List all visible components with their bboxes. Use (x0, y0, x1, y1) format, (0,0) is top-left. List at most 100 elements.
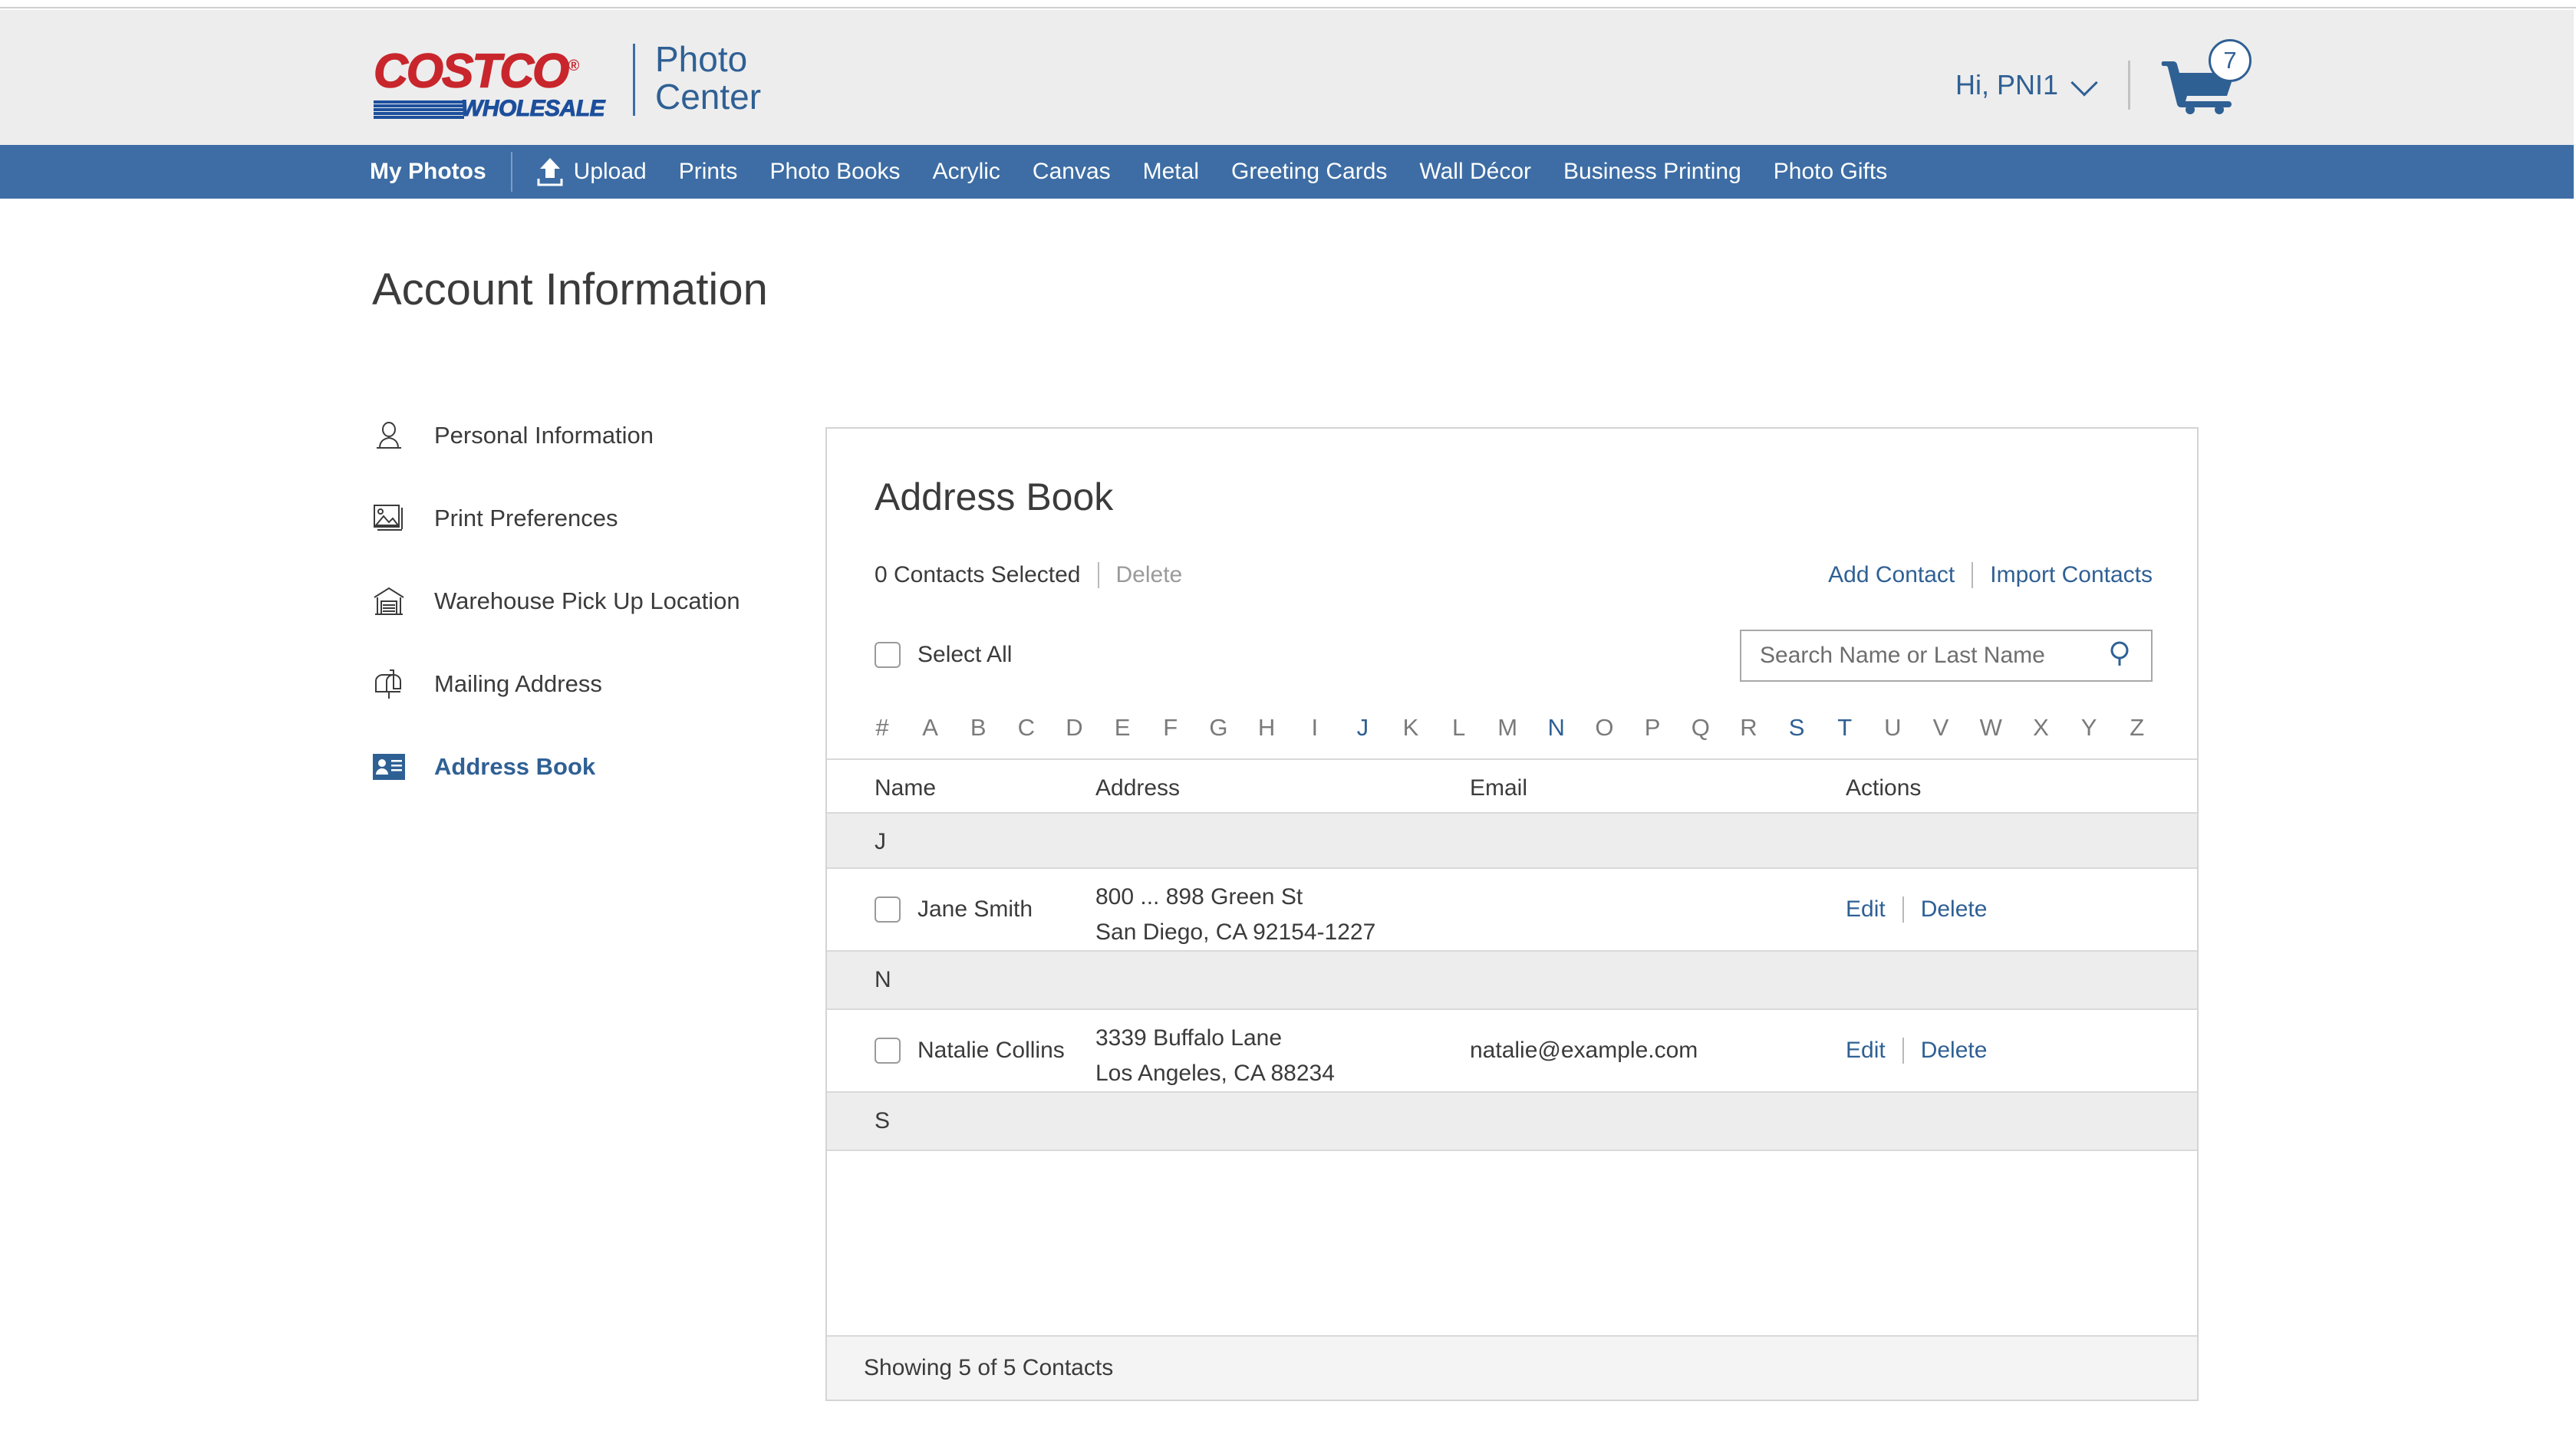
sidebar-item-print-preferences[interactable]: Print Preferences (371, 497, 786, 540)
alpha-filter-s[interactable]: S (1787, 714, 1806, 742)
person-icon (371, 418, 407, 453)
table-row[interactable]: Natalie Collins 3339 Buffalo Lane Los An… (827, 1010, 2197, 1093)
nav-label: Greeting Cards (1230, 159, 1388, 184)
contact-select-checkbox[interactable] (875, 1038, 901, 1064)
nav-item-my-photos[interactable]: My Photos (370, 159, 486, 185)
edit-contact-button[interactable]: Edit (1846, 1038, 1886, 1064)
alpha-filter-x[interactable]: X (2031, 714, 2050, 742)
alpha-filter-y[interactable]: Y (2080, 714, 2098, 742)
sidebar-item-label: Warehouse Pick Up Location (434, 587, 740, 614)
alphabet-filter: # A B C D E F G H I J K L M N O P Q R S … (873, 714, 2146, 742)
nav-label: Metal (1142, 159, 1199, 184)
divider (1972, 562, 1974, 588)
upload-icon (537, 157, 563, 186)
alpha-filter-i[interactable]: I (1306, 714, 1324, 742)
alpha-filter-c[interactable]: C (1017, 714, 1036, 742)
nav-item-greeting-cards[interactable]: Greeting Cards (1231, 159, 1387, 185)
cart-count-badge: 7 (2209, 39, 2252, 82)
alpha-filter-z[interactable]: Z (2128, 714, 2146, 742)
alpha-filter-p[interactable]: P (1643, 714, 1662, 742)
nav-label: Photo Books (769, 159, 901, 184)
nav-item-photo-books[interactable]: Photo Books (769, 159, 900, 185)
logo-divider (633, 44, 635, 116)
sidebar-item-label: Mailing Address (434, 670, 602, 697)
image-icon (371, 501, 407, 536)
sidebar-item-mailing-address[interactable]: Mailing Address (371, 663, 786, 706)
alpha-filter-j[interactable]: J (1353, 714, 1372, 742)
selected-count-label: 0 Contacts Selected (875, 562, 1081, 587)
search-input[interactable]: Search Name or Last Name (1740, 630, 2153, 682)
delete-selected-button[interactable]: Delete (1116, 562, 1183, 588)
alpha-filter-u[interactable]: U (1883, 714, 1902, 742)
address-line-1: 800 ... 898 Green St (1095, 884, 1303, 910)
nav-item-acrylic[interactable]: Acrylic (933, 159, 1000, 185)
alpha-filter-a[interactable]: A (921, 714, 940, 742)
photo-center-line1: Photo (655, 39, 748, 79)
address-book-top-actions: Add Contact Import Contacts (1828, 562, 2153, 588)
costco-logo: COSTCO® WHOLESALE (373, 42, 619, 120)
contact-name: Natalie Collins (917, 1038, 1065, 1063)
alpha-filter-l[interactable]: L (1450, 714, 1468, 742)
sidebar-item-warehouse-pick-up-location[interactable]: Warehouse Pick Up Location (371, 580, 786, 623)
nav-label: Wall Décor (1419, 159, 1531, 184)
alpha-filter-h[interactable]: H (1257, 714, 1276, 742)
alpha-filter-w[interactable]: W (1980, 714, 2002, 742)
sidebar-item-address-book[interactable]: Address Book (371, 745, 786, 788)
alpha-filter-k[interactable]: K (1402, 714, 1420, 742)
wholesale-wordmark: WHOLESALE (460, 95, 605, 121)
contact-actions-cell: Edit Delete (1846, 1038, 1987, 1064)
nav-item-upload[interactable]: Upload (537, 157, 647, 186)
alpha-filter-hash[interactable]: # (873, 714, 891, 742)
alpha-filter-r[interactable]: R (1739, 714, 1757, 742)
nav-item-wall-decor[interactable]: Wall Décor (1419, 159, 1531, 185)
nav-item-prints[interactable]: Prints (679, 159, 738, 185)
photo-center-label: Photo Center (655, 41, 761, 116)
nav-item-metal[interactable]: Metal (1143, 159, 1199, 185)
costco-photo-center-logo[interactable]: COSTCO® WHOLESALE Photo Center (373, 41, 761, 120)
import-contacts-button[interactable]: Import Contacts (1990, 562, 2153, 588)
group-letter: N (875, 967, 891, 992)
edit-contact-button[interactable]: Edit (1846, 896, 1886, 923)
sidebar-item-label: Personal Information (434, 422, 654, 449)
costco-wholesale-row: WHOLESALE (374, 97, 619, 120)
divider (1902, 1038, 1904, 1064)
contact-name-cell: Natalie Collins (875, 1038, 1065, 1064)
alpha-filter-f[interactable]: F (1161, 714, 1180, 742)
search-icon[interactable] (2108, 640, 2134, 672)
account-menu-button[interactable]: Hi, PNI1 (1955, 68, 2098, 101)
select-all-row[interactable]: Select All (875, 642, 1012, 668)
greeting-label: Hi, PNI1 (1955, 69, 2058, 100)
alpha-filter-o[interactable]: O (1595, 714, 1613, 742)
contact-name: Jane Smith (917, 896, 1033, 922)
sidebar-item-personal-information[interactable]: Personal Information (371, 414, 786, 457)
nav-upload-label: Upload (573, 159, 647, 184)
cart-button[interactable]: 7 (2161, 39, 2252, 114)
address-line-1: 3339 Buffalo Lane (1095, 1025, 1283, 1051)
alpha-filter-d[interactable]: D (1066, 714, 1084, 742)
nav-item-canvas[interactable]: Canvas (1033, 159, 1111, 185)
delete-contact-button[interactable]: Delete (1921, 1038, 1988, 1064)
table-row[interactable]: Jane Smith 800 ... 898 Green St San Dieg… (827, 869, 2197, 952)
alpha-filter-g[interactable]: G (1209, 714, 1227, 742)
divider (1902, 896, 1904, 923)
column-header-actions: Actions (1846, 775, 1922, 801)
nav-item-photo-gifts[interactable]: Photo Gifts (1774, 159, 1887, 185)
delete-contact-button[interactable]: Delete (1921, 896, 1988, 923)
alpha-filter-v[interactable]: V (1932, 714, 1950, 742)
alpha-filter-e[interactable]: E (1113, 714, 1132, 742)
alpha-filter-t[interactable]: T (1836, 714, 1854, 742)
alpha-filter-q[interactable]: Q (1692, 714, 1710, 742)
add-contact-button[interactable]: Add Contact (1828, 562, 1955, 588)
search-placeholder: Search Name or Last Name (1760, 643, 2045, 668)
alpha-filter-n[interactable]: N (1547, 714, 1566, 742)
nav-item-business-printing[interactable]: Business Printing (1563, 159, 1741, 185)
alpha-filter-b[interactable]: B (969, 714, 987, 742)
nav-label: Business Printing (1563, 159, 1741, 184)
contacts-table-header: Name Address Email Actions (827, 758, 2197, 814)
contact-select-checkbox[interactable] (875, 896, 901, 923)
sidebar-item-label: Address Book (434, 753, 596, 780)
group-header-n: N (827, 952, 2197, 1010)
account-sidebar: Personal Information Print Preferences W… (371, 414, 786, 828)
select-all-checkbox[interactable] (875, 642, 901, 668)
alpha-filter-m[interactable]: M (1497, 714, 1517, 742)
